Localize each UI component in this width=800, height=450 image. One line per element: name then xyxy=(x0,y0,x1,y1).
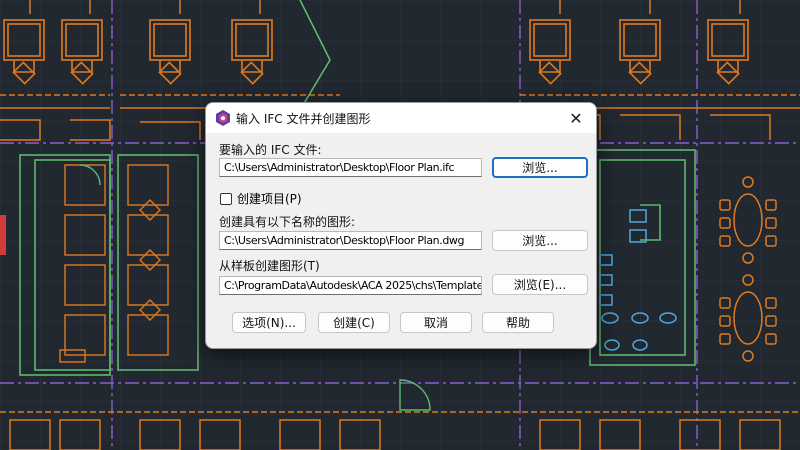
input-file-label: 要输入的 IFC 文件: xyxy=(219,143,322,157)
drawing-name-label: 创建具有以下名称的图形: xyxy=(219,215,356,229)
dialog-title: 输入 IFC 文件并创建图形 xyxy=(236,112,371,126)
cancel-button[interactable]: 取消 xyxy=(400,312,472,333)
options-button[interactable]: 选项(N)... xyxy=(232,312,306,333)
create-button[interactable]: 创建(C) xyxy=(318,312,390,333)
browse-ifc-button[interactable]: 浏览... xyxy=(492,157,588,178)
autodesk-app-icon xyxy=(214,109,232,127)
ifc-file-path-input[interactable] xyxy=(219,158,482,177)
create-project-checkbox[interactable] xyxy=(220,192,232,205)
drawing-path-input[interactable] xyxy=(219,231,482,250)
template-label: 从样板创建图形(T) xyxy=(219,259,320,273)
create-project-row[interactable]: 创建项目(P) xyxy=(220,190,302,207)
dialog-titlebar[interactable]: 输入 IFC 文件并创建图形 ✕ xyxy=(206,103,596,133)
browse-template-button[interactable]: 浏览(E)... xyxy=(492,274,588,295)
browse-drawing-button[interactable]: 浏览... xyxy=(492,230,588,251)
help-button[interactable]: 帮助 xyxy=(482,312,554,333)
close-icon[interactable]: ✕ xyxy=(556,103,596,133)
create-project-label: 创建项目(P) xyxy=(237,192,302,206)
template-path-input[interactable] xyxy=(219,276,482,295)
ifc-import-dialog: 输入 IFC 文件并创建图形 ✕ 要输入的 IFC 文件: 浏览... 创建项目… xyxy=(205,102,597,349)
